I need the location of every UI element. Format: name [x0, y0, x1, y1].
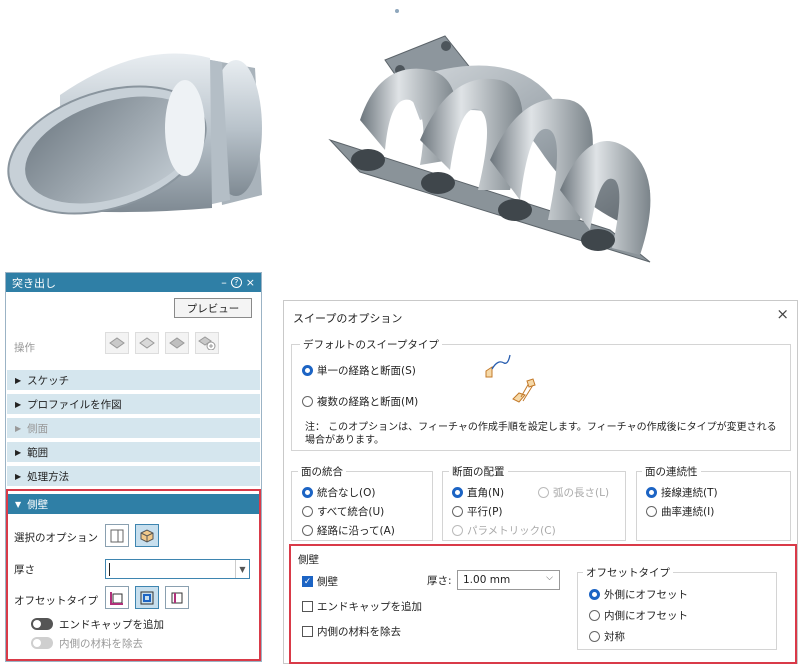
group-label-default-sweep-type: デフォルトのスイープタイプ	[300, 337, 442, 352]
radio-tangent[interactable]: 接線連続(T)	[646, 485, 718, 500]
close-icon[interactable]: ×	[776, 305, 789, 323]
model-viewport	[7, 9, 651, 263]
multi-path-illustration-icon	[512, 378, 536, 403]
intake-pipe-model	[7, 53, 262, 215]
section-side[interactable]: ▶ 側面	[7, 418, 260, 438]
radio-multi-path[interactable]: 複数の経路と断面(M)	[302, 394, 418, 409]
section-method[interactable]: ▶ 処理方法	[7, 466, 260, 486]
group-label-face-continuity: 面の連続性	[642, 464, 701, 479]
operation-label: 操作	[14, 342, 35, 354]
highlight-frame-left	[6, 489, 261, 661]
radio-parallel[interactable]: 平行(P)	[452, 504, 503, 519]
exhaust-manifold-model	[328, 35, 651, 263]
radio-no-merge[interactable]: 統合なし(O)	[302, 485, 375, 500]
operation-add-icon[interactable]	[105, 332, 129, 354]
sweep-type-note: 注： このオプションは、フィーチャの作成手順を設定します。フィーチャの作成後にタ…	[305, 422, 777, 446]
section-range[interactable]: ▶ 範囲	[7, 442, 260, 462]
operation-cut-icon[interactable]	[135, 332, 159, 354]
highlight-frame-right	[289, 544, 797, 664]
minimize-icon[interactable]: –	[221, 276, 227, 289]
radio-parametric[interactable]: パラメトリック(C)	[452, 523, 556, 538]
single-path-illustration-icon	[485, 354, 511, 378]
radio-single-path[interactable]: 単一の経路と断面(S)	[302, 363, 416, 378]
radio-merge-all[interactable]: すべて統合(U)	[302, 504, 384, 519]
panel-title-bar: 突き出し – ? ×	[6, 273, 261, 292]
preview-button[interactable]: プレビュー	[174, 298, 252, 318]
group-label-face-merge: 面の統合	[298, 464, 346, 479]
radio-along-path[interactable]: 経路に沿って(A)	[302, 523, 395, 538]
radio-curvature[interactable]: 曲率連続(I)	[646, 504, 714, 519]
operation-intersect-icon[interactable]	[165, 332, 189, 354]
dialog-title: スイープのオプション	[293, 312, 403, 325]
section-create-profile[interactable]: ▶ プロファイルを作図	[7, 394, 260, 414]
panel-title: 突き出し	[12, 276, 56, 290]
close-icon[interactable]: ×	[246, 276, 255, 289]
help-icon[interactable]: ?	[230, 277, 242, 288]
group-label-section-placement: 断面の配置	[449, 464, 508, 479]
section-sketch[interactable]: ▶ スケッチ	[7, 370, 260, 390]
operation-new-body-icon[interactable]	[195, 332, 219, 354]
radio-arc-length[interactable]: 弧の長さ(L)	[538, 485, 609, 500]
cursor-icon	[395, 9, 399, 13]
radio-perpendicular[interactable]: 直角(N)	[452, 485, 504, 500]
